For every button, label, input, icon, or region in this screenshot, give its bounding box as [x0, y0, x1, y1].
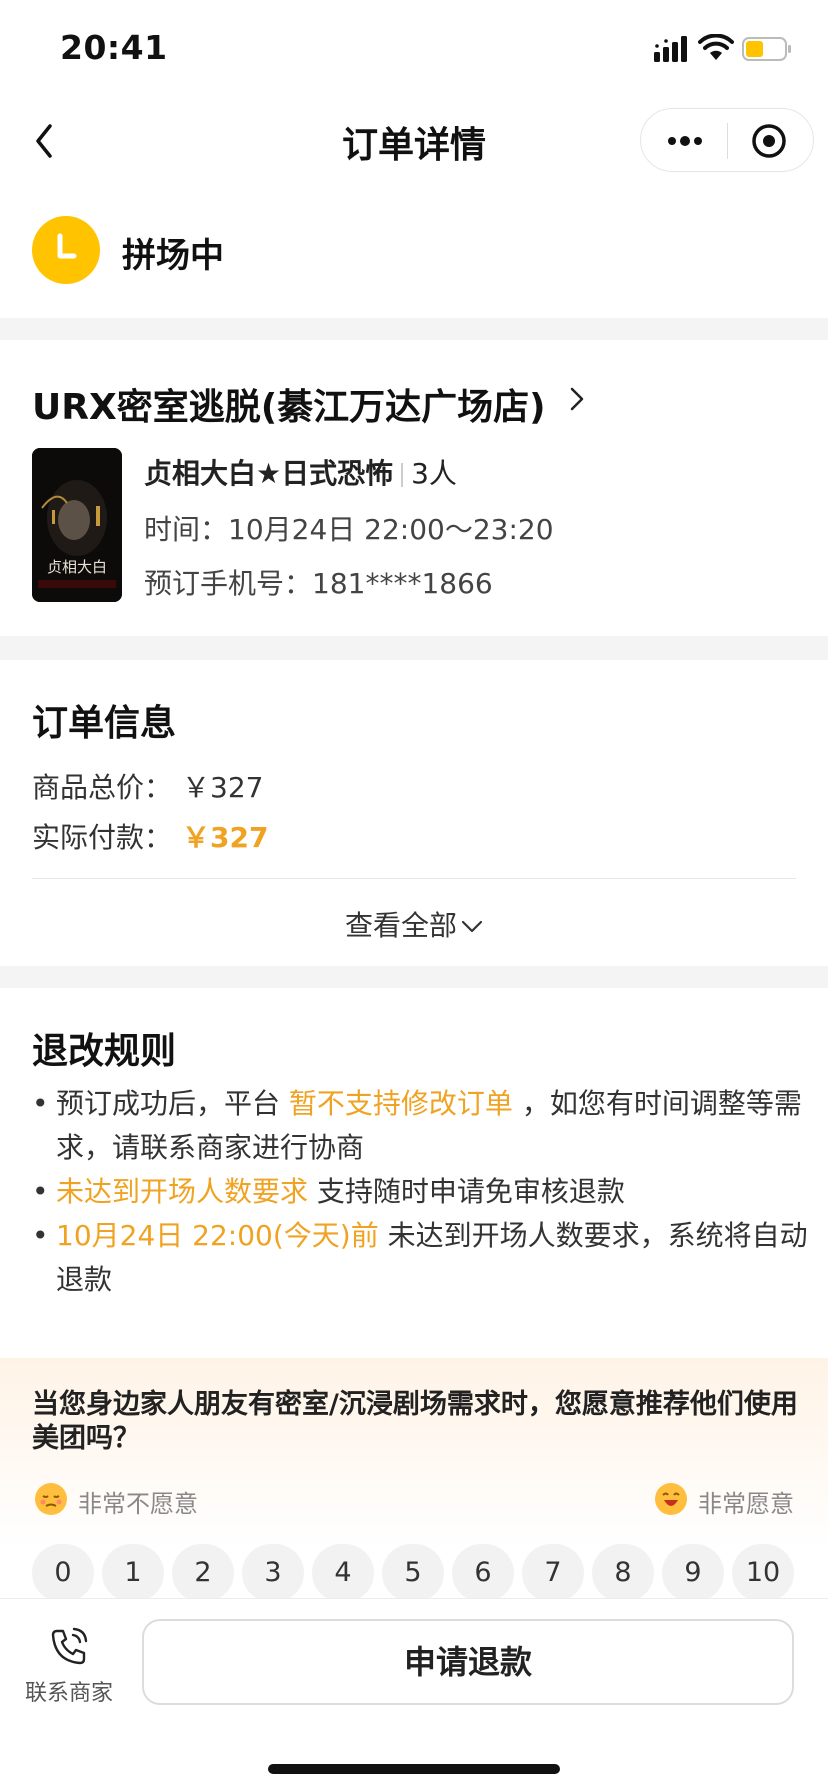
more-dots-icon[interactable] — [665, 129, 705, 153]
clock-icon — [57, 233, 77, 259]
score-option[interactable]: 5 — [382, 1544, 444, 1602]
score-option[interactable]: 9 — [662, 1544, 724, 1602]
score-option[interactable]: 8 — [592, 1544, 654, 1602]
mini-program-capsule — [640, 108, 814, 172]
status-time: 20:41 — [60, 28, 168, 67]
score-option[interactable]: 1 — [102, 1544, 164, 1602]
score-option[interactable]: 2 — [172, 1544, 234, 1602]
phone-label: 预订手机号： — [144, 567, 313, 600]
score-option[interactable]: 6 — [452, 1544, 514, 1602]
order-status-text: 拼场中 — [122, 236, 224, 276]
paid-value: ￥327 — [182, 821, 269, 854]
time-value: 10月24日 22:00～23:20 — [228, 513, 554, 546]
total-price-label: 商品总价： — [32, 771, 173, 804]
bullet: • — [32, 1087, 49, 1120]
cellular-signal-icon — [654, 36, 687, 62]
rule-item: • 预订成功后，平台 暂不支持修改订单 ，如您有时间调整等需求，请联系商家进行协… — [28, 1082, 808, 1170]
survey-question: 当您身边家人朋友有密室/沉浸剧场需求时，您愿意推荐他们使用美团吗？ — [32, 1389, 798, 1454]
product-title: 贞相大白★日式恐怖 3人 — [144, 452, 457, 492]
rule-item: • 未达到开场人数要求 支持随时申请免审核退款 — [28, 1170, 808, 1214]
divider — [32, 878, 796, 879]
bullet: • — [32, 1219, 49, 1252]
product-name: 贞相大白★日式恐怖 — [144, 457, 394, 490]
target-icon[interactable] — [751, 123, 787, 159]
section-divider — [0, 636, 828, 660]
poster-image — [32, 448, 122, 602]
contact-merchant-button[interactable]: 联系商家 — [14, 1625, 124, 1707]
paid-label: 实际付款： — [32, 821, 173, 854]
bottom-bar: 联系商家 申请退款 — [0, 1598, 828, 1792]
survey-high-label: 非常愿意 — [698, 1490, 794, 1518]
paid-row: 实际付款： ￥327 — [32, 816, 268, 856]
time-line: 时间：10月24日 22:00～23:20 — [144, 508, 554, 548]
survey-low-label: 非常不愿意 — [78, 1490, 198, 1518]
rule2-highlight: 未达到开场人数要求 — [56, 1175, 309, 1208]
total-price-row: 商品总价： ￥327 — [32, 766, 263, 806]
nps-survey: 当您身边家人朋友有密室/沉浸剧场需求时，您愿意推荐他们使用美团吗？ 非常不愿意 … — [0, 1358, 828, 1602]
status-badge — [32, 216, 100, 284]
order-info-title: 订单信息 — [32, 703, 177, 744]
score-option[interactable]: 4 — [312, 1544, 374, 1602]
score-option[interactable]: 10 — [732, 1544, 794, 1602]
status-bar: 20:41 — [0, 0, 828, 96]
product-poster[interactable]: 贞相大白 — [32, 448, 122, 602]
order-info-card: 订单信息 商品总价： ￥327 实际付款： ￥327 查看全部 — [0, 660, 828, 966]
score-option[interactable]: 7 — [522, 1544, 584, 1602]
view-all-label: 查看全部 — [344, 909, 457, 942]
total-price-value: ￥327 — [182, 771, 264, 804]
score-option[interactable]: 0 — [32, 1544, 94, 1602]
poster-title: 贞相大白 — [46, 558, 107, 576]
capsule-divider — [727, 123, 728, 159]
time-label: 时间： — [144, 513, 229, 546]
rule1-text-a: 预订成功后，平台 — [56, 1087, 281, 1120]
apply-refund-button[interactable]: 申请退款 — [142, 1619, 794, 1705]
home-indicator — [268, 1764, 560, 1774]
chevron-right-icon[interactable] — [568, 386, 586, 412]
chevron-down-icon — [461, 920, 483, 933]
sad-face-icon — [35, 1483, 67, 1515]
refund-rules-card: 退改规则 • 预订成功后，平台 暂不支持修改订单 ，如您有时间调整等需求，请联系… — [0, 988, 828, 1336]
rule1-highlight: 暂不支持修改订单 — [288, 1087, 513, 1120]
order-status: 拼场中 — [0, 210, 828, 306]
title-divider — [401, 463, 404, 487]
score-option[interactable]: 3 — [242, 1544, 304, 1602]
phone-line: 预订手机号：181****1866 — [144, 562, 493, 602]
happy-face-icon — [655, 1483, 687, 1515]
rule2-text: 支持随时申请免审核退款 — [316, 1175, 625, 1208]
view-all-button[interactable]: 查看全部 — [0, 904, 828, 944]
bullet: • — [32, 1175, 49, 1208]
rule3-highlight: 10月24日 22:00(今天)前 — [56, 1219, 379, 1252]
contact-merchant-label: 联系商家 — [24, 1681, 113, 1706]
nav-bar: 订单详情 — [0, 96, 828, 186]
wifi-icon — [698, 34, 734, 60]
refund-rules-title: 退改规则 — [32, 1031, 177, 1072]
rule-item: • 10月24日 22:00(今天)前 未达到开场人数要求，系统将自动退款 — [28, 1214, 808, 1302]
phone-icon — [51, 1627, 88, 1665]
store-card: URX密室逃脱(綦江万达广场店) 贞相大白 贞相大白★日式恐怖 3人 时间：10月… — [0, 340, 828, 636]
battery-icon — [742, 37, 791, 61]
store-name[interactable]: URX密室逃脱(綦江万达广场店) — [32, 378, 546, 430]
section-divider — [0, 318, 828, 340]
people-count: 3人 — [411, 457, 457, 490]
phone-value: 181****1866 — [312, 567, 493, 600]
section-divider — [0, 966, 828, 988]
